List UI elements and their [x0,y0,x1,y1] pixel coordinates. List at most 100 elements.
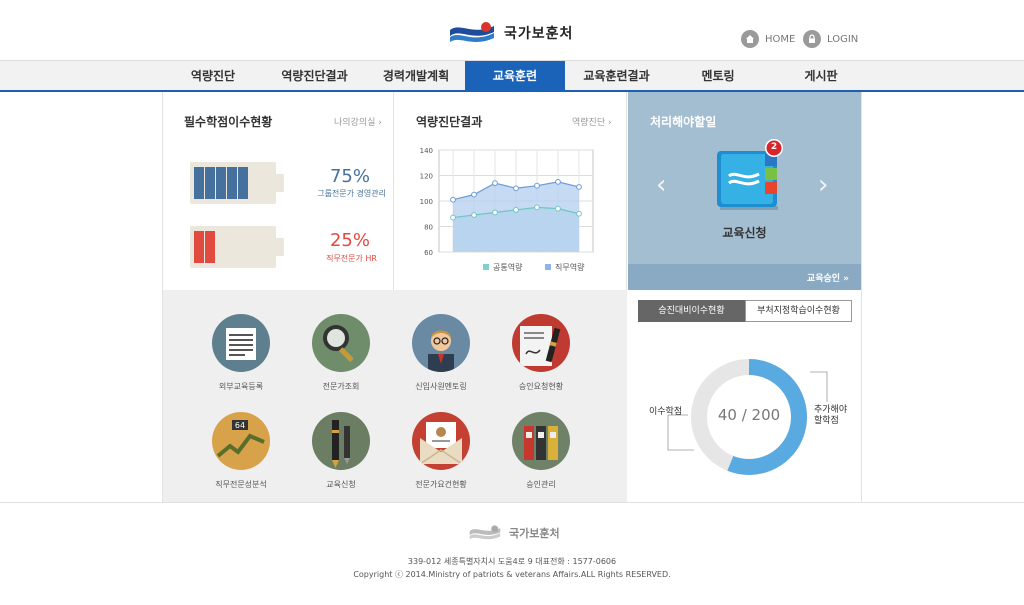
credit-value: 40 / 200 [717,406,781,424]
chart-point [450,196,456,203]
header: 국가보훈처 HOME LOGIN [0,0,1024,60]
battery-cell [194,167,204,199]
menu-item-job-expertise-analysis[interactable]: 64 직무전문성분석 [196,412,286,490]
tab-promotion-credits[interactable]: 승진대비이수현황 [638,300,745,322]
legend-label: 직무역량 [555,262,585,272]
remaining-credits-label-line1: 추가해야 [814,405,848,415]
growth-chart-icon: 64 [212,412,270,470]
nav-item-training[interactable]: 교육훈련 [465,61,565,91]
completed-credits-label: 이수학점 [649,407,683,417]
menu-label-expert-requirements: 전문가요건현황 [415,480,467,489]
job-credit-label: 직무전문가 HR [326,254,377,263]
chart-point [492,209,498,216]
my-classroom-link[interactable]: 나의강의실 › [334,115,382,128]
person-icon [412,314,470,372]
chart-point [534,182,540,189]
login-link[interactable]: LOGIN [803,30,858,48]
legend-label: 공통역량 [493,262,523,272]
chart-y-tick: 60 [424,249,433,257]
menu-item-expert-requirements[interactable]: 전문가요건현황 [396,412,486,490]
menu-label-approval-management: 승인관리 [526,480,556,489]
approve-link[interactable]: 교육승인 » [807,271,849,284]
menu-item-training-application[interactable]: 교육신청 [296,412,386,490]
home-icon [741,30,759,48]
credits-panel: 필수학점이수현황 나의강의실 › 75% 그룹전문가 경영관리 25% 직무전문… [163,92,394,290]
todo-panel: 처리해야할일 ‹ › 2 교육신청 교육승인 » [628,92,861,290]
next-arrow-icon[interactable]: › [818,170,828,200]
chart-point [555,205,561,212]
nav-item-career-plan[interactable]: 경력개발계획 [366,61,466,91]
footer-address: 339-012 세종특별자치시 도움4로 9 대표전화 : 1577-0606 [407,557,617,566]
menu-label-new-employee-mentoring: 신입사원멘토링 [415,382,467,391]
chart-point [471,191,477,198]
tab-designated-learning[interactable]: 부처지정학습이수현황 [745,300,852,322]
menu-item-expert-search[interactable]: 전문가조회 [296,314,386,392]
flag-logo-icon [450,22,494,42]
menu-item-new-employee-mentoring[interactable]: 신입사원멘토링 [396,314,486,392]
nav-item-diagnosis[interactable]: 역량진단 [163,61,263,91]
right-border [861,92,862,502]
diagnosis-panel: 역량진단결과 역량진단 › 140 120 100 80 60 공통역량 직무역량 [395,92,627,290]
footer-flag-icon [469,525,501,540]
battery-cell [216,167,226,199]
nav-item-training-result[interactable]: 교육훈련결과 [565,61,668,91]
chart-point [555,178,561,185]
job-credit-battery [190,226,284,268]
document-icon [212,314,270,372]
pen-icon [512,314,570,372]
menu-label-external-training: 외부교육등록 [218,382,264,391]
footer: 국가보훈처 339-012 세종특별자치시 도움4로 9 대표전화 : 1577… [0,502,1024,605]
chart-y-tick: 140 [420,147,433,155]
chart-point [534,204,540,211]
battery-cell [205,231,215,263]
menu-label-job-expertise-analysis: 직무전문성분석 [215,480,267,489]
my-classroom-label: 나의강의실 [334,118,376,128]
svg-text:64: 64 [235,421,245,430]
fountain-pen-icon [312,412,370,470]
login-label: LOGIN [827,33,859,45]
menu-grid: 외부교육등록 전문가조회 신입사원멘토링 승인요청현황 64 직무전문성분석 교… [163,290,627,502]
battery-cell [194,231,204,263]
remaining-credits-label-line2: 할학점 [814,416,839,426]
chart-y-tick: 100 [420,198,433,206]
prev-arrow-icon[interactable]: ‹ [656,170,666,200]
remaining-credits-label: 추가해야 할학점 [814,405,847,427]
magnifier-icon [312,314,370,372]
menu-label-training-application: 교육신청 [326,480,356,489]
menu-item-approval-request[interactable]: 승인요청현황 [496,314,586,392]
group-credit-label: 그룹전문가 경영관리 [317,189,386,198]
todo-badge: 2 [770,142,778,152]
menu-label-approval-request: 승인요청현황 [518,382,564,391]
chart-point [471,212,477,218]
right-leader-line [810,371,828,402]
chart-point [492,180,498,187]
battery-cell [205,167,215,199]
battery-cell [227,167,237,199]
footer-org-name: 국가보훈처 [509,527,560,540]
binders-icon [512,412,570,470]
logo[interactable]: 국가보훈처 [448,20,573,46]
job-credit-percent: 25% [329,230,370,251]
nav-item-board[interactable]: 게시판 [768,61,874,91]
chart-y-tick: 80 [424,224,433,232]
nav-item-mentoring[interactable]: 멘토링 [668,61,768,91]
menu-item-approval-management[interactable]: 승인관리 [496,412,586,490]
battery-cell [238,167,248,199]
chart-point [513,207,519,213]
legend-swatch [545,264,551,270]
chart-y-tick: 120 [420,173,433,181]
group-credit-battery [190,162,284,204]
chart-point [450,214,456,221]
nav-item-diagnosis-result[interactable]: 역량진단결과 [263,61,366,91]
org-name: 국가보훈처 [504,26,574,42]
todo-title: 처리해야할일 [650,115,717,129]
chart-point [513,185,519,192]
home-label: HOME [765,33,796,45]
credits-title: 필수학점이수현황 [184,115,273,129]
main-nav: 역량진단 역량진단결과 경력개발계획 교육훈련 교육훈련결과 멘토링 게시판 [0,60,1024,92]
diagnosis-chart: 140 120 100 80 60 공통역량 직무역량 [420,147,594,272]
todo-item-label[interactable]: 교육신청 [628,224,861,241]
chart-point [576,184,582,190]
home-link[interactable]: HOME [741,30,795,48]
menu-item-external-training[interactable]: 외부교육등록 [196,314,286,392]
